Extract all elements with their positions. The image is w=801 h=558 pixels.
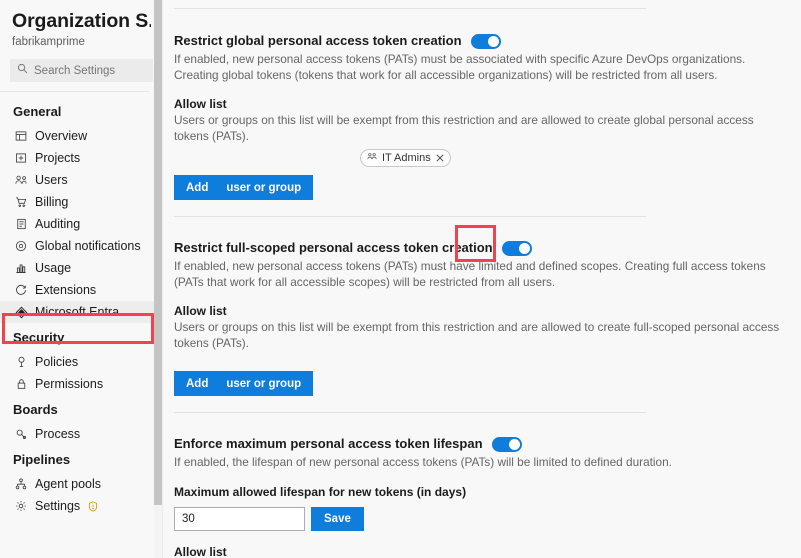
sidebar-group-general: General: [13, 104, 62, 119]
sidebar-item-label: Usage: [35, 261, 72, 275]
sidebar-item-label: Permissions: [35, 377, 104, 391]
sidebar-item-label: Policies: [35, 355, 79, 369]
projects-icon: [14, 151, 28, 165]
auditing-icon: [14, 217, 28, 231]
add-button-target: user or group: [226, 377, 302, 390]
section-divider-2: [174, 412, 646, 413]
allow-list-description: Users or groups on this list will be exe…: [174, 320, 780, 350]
max-lifespan-row: Save: [174, 506, 801, 531]
sidebar-item-auditing[interactable]: Auditing: [0, 213, 163, 235]
sidebar-item-label: Extensions: [35, 283, 97, 297]
allow-list-description: Users or groups on this list will be exe…: [174, 113, 754, 143]
search-icon: [17, 63, 28, 78]
chip-label: IT Admins: [382, 152, 431, 164]
sidebar-item-process[interactable]: Process: [0, 423, 163, 445]
allow-list-chips: IT Admins: [174, 149, 801, 167]
sidebar-item-overview[interactable]: Overview: [0, 125, 163, 147]
section-header: Enforce maximum personal access token li…: [174, 434, 801, 454]
settings-gear-icon: [14, 499, 28, 513]
max-lifespan-label: Maximum allowed lifespan for new tokens …: [174, 484, 467, 499]
sidebar-group-boards: Boards: [13, 402, 58, 417]
sidebar-item-label: Auditing: [35, 217, 81, 231]
add-button-target: user or group: [226, 181, 302, 194]
allow-list-chip[interactable]: IT Admins: [360, 149, 451, 167]
section-restrict-global-pat: Restrict global personal access token cr…: [174, 31, 801, 200]
usage-icon: [14, 261, 28, 275]
sidebar-item-extensions[interactable]: Extensions: [0, 279, 163, 301]
users-icon: [14, 173, 28, 187]
enforce-max-lifespan-toggle[interactable]: [491, 436, 522, 452]
allow-list-label: Allow list: [174, 544, 227, 558]
section-description: If enabled, the lifespan of new personal…: [174, 455, 672, 469]
toggle-knob: [508, 438, 520, 450]
toggle-knob: [487, 35, 499, 47]
allow-list-label: Allow list: [174, 304, 227, 318]
sidebar-item-label: Process: [35, 427, 81, 441]
sidebar-item-global-notifications[interactable]: Global notifications: [0, 235, 163, 257]
agent-pools-icon: [14, 477, 28, 491]
group-icon: [367, 152, 377, 164]
close-icon[interactable]: [436, 154, 444, 162]
allow-list-label: Allow list: [174, 97, 227, 111]
sidebar-item-permissions[interactable]: Permissions: [0, 373, 163, 395]
organization-name: fabrikamprime: [12, 36, 85, 48]
overview-icon: [14, 129, 28, 143]
section-restrict-full-scoped-pat: Restrict full-scoped personal access tok…: [174, 238, 801, 396]
sidebar-item-settings[interactable]: Settings: [0, 495, 163, 517]
restrict-full-scoped-pat-toggle[interactable]: [501, 240, 532, 256]
sidebar: Organization S... fabrikamprime Search S…: [0, 0, 163, 558]
policies-icon: [14, 355, 28, 369]
main-content: Restrict global personal access token cr…: [163, 0, 801, 558]
sidebar-header: Organization S... fabrikamprime: [0, 0, 163, 50]
add-button-action: Add: [186, 377, 209, 390]
page-title: Organization S...: [12, 10, 151, 32]
search-input[interactable]: Search Settings: [10, 59, 153, 82]
sidebar-item-usage[interactable]: Usage: [0, 257, 163, 279]
content-top-divider: [174, 8, 646, 9]
section-description: If enabled, new personal access tokens (…: [174, 52, 746, 82]
save-button[interactable]: Save: [311, 506, 364, 531]
permissions-icon: [14, 377, 28, 391]
add-user-or-group-button-global[interactable]: Add user or group: [174, 175, 314, 200]
search-placeholder: Search Settings: [34, 64, 116, 77]
add-user-or-group-button-full-scoped[interactable]: Add user or group: [174, 371, 314, 396]
sidebar-item-label: Agent pools: [35, 477, 102, 491]
sidebar-item-agent-pools[interactable]: Agent pools: [0, 473, 163, 495]
sidebar-item-policies[interactable]: Policies: [0, 351, 163, 373]
section-divider-1: [174, 216, 646, 217]
warning-shield-icon: [88, 500, 98, 512]
entra-icon: [14, 305, 28, 319]
sidebar-nav: General Overview Projects Users Billing …: [0, 92, 163, 517]
section-header: Restrict global personal access token cr…: [174, 31, 801, 51]
toggle-knob: [518, 242, 530, 254]
section-title: Restrict global personal access token cr…: [174, 33, 462, 48]
sidebar-item-label: Users: [35, 173, 68, 187]
section-enforce-max-lifespan: Enforce maximum personal access token li…: [174, 434, 801, 558]
sidebar-group-pipelines: Pipelines: [13, 452, 71, 467]
section-title: Enforce maximum personal access token li…: [174, 436, 483, 451]
notifications-icon: [14, 239, 28, 253]
extensions-icon: [14, 283, 28, 297]
add-button-action: Add: [186, 181, 209, 194]
billing-icon: [14, 195, 28, 209]
sidebar-item-label: Projects: [35, 151, 81, 165]
section-title: Restrict full-scoped personal access tok…: [174, 240, 493, 255]
sidebar-group-security: Security: [13, 330, 65, 345]
sidebar-item-label: Microsoft Entra: [35, 305, 120, 319]
sidebar-item-label: Billing: [35, 195, 69, 209]
max-lifespan-input[interactable]: [174, 506, 305, 531]
sidebar-item-billing[interactable]: Billing: [0, 191, 163, 213]
sidebar-item-label: Overview: [35, 129, 88, 143]
sidebar-item-label: Settings: [35, 499, 81, 513]
sidebar-item-label: Global notifications: [35, 239, 141, 253]
sidebar-item-users[interactable]: Users: [0, 169, 163, 191]
section-header: Restrict full-scoped personal access tok…: [174, 238, 801, 258]
section-description: If enabled, new personal access tokens (…: [174, 259, 766, 289]
organization-settings-page: Organization S... fabrikamprime Search S…: [0, 0, 801, 558]
restrict-global-pat-toggle[interactable]: [470, 33, 501, 49]
sidebar-item-microsoft-entra[interactable]: Microsoft Entra: [0, 301, 155, 323]
sidebar-item-projects[interactable]: Projects: [0, 147, 163, 169]
sidebar-scrollbar-thumb[interactable]: [154, 0, 162, 505]
process-icon: [14, 427, 28, 441]
